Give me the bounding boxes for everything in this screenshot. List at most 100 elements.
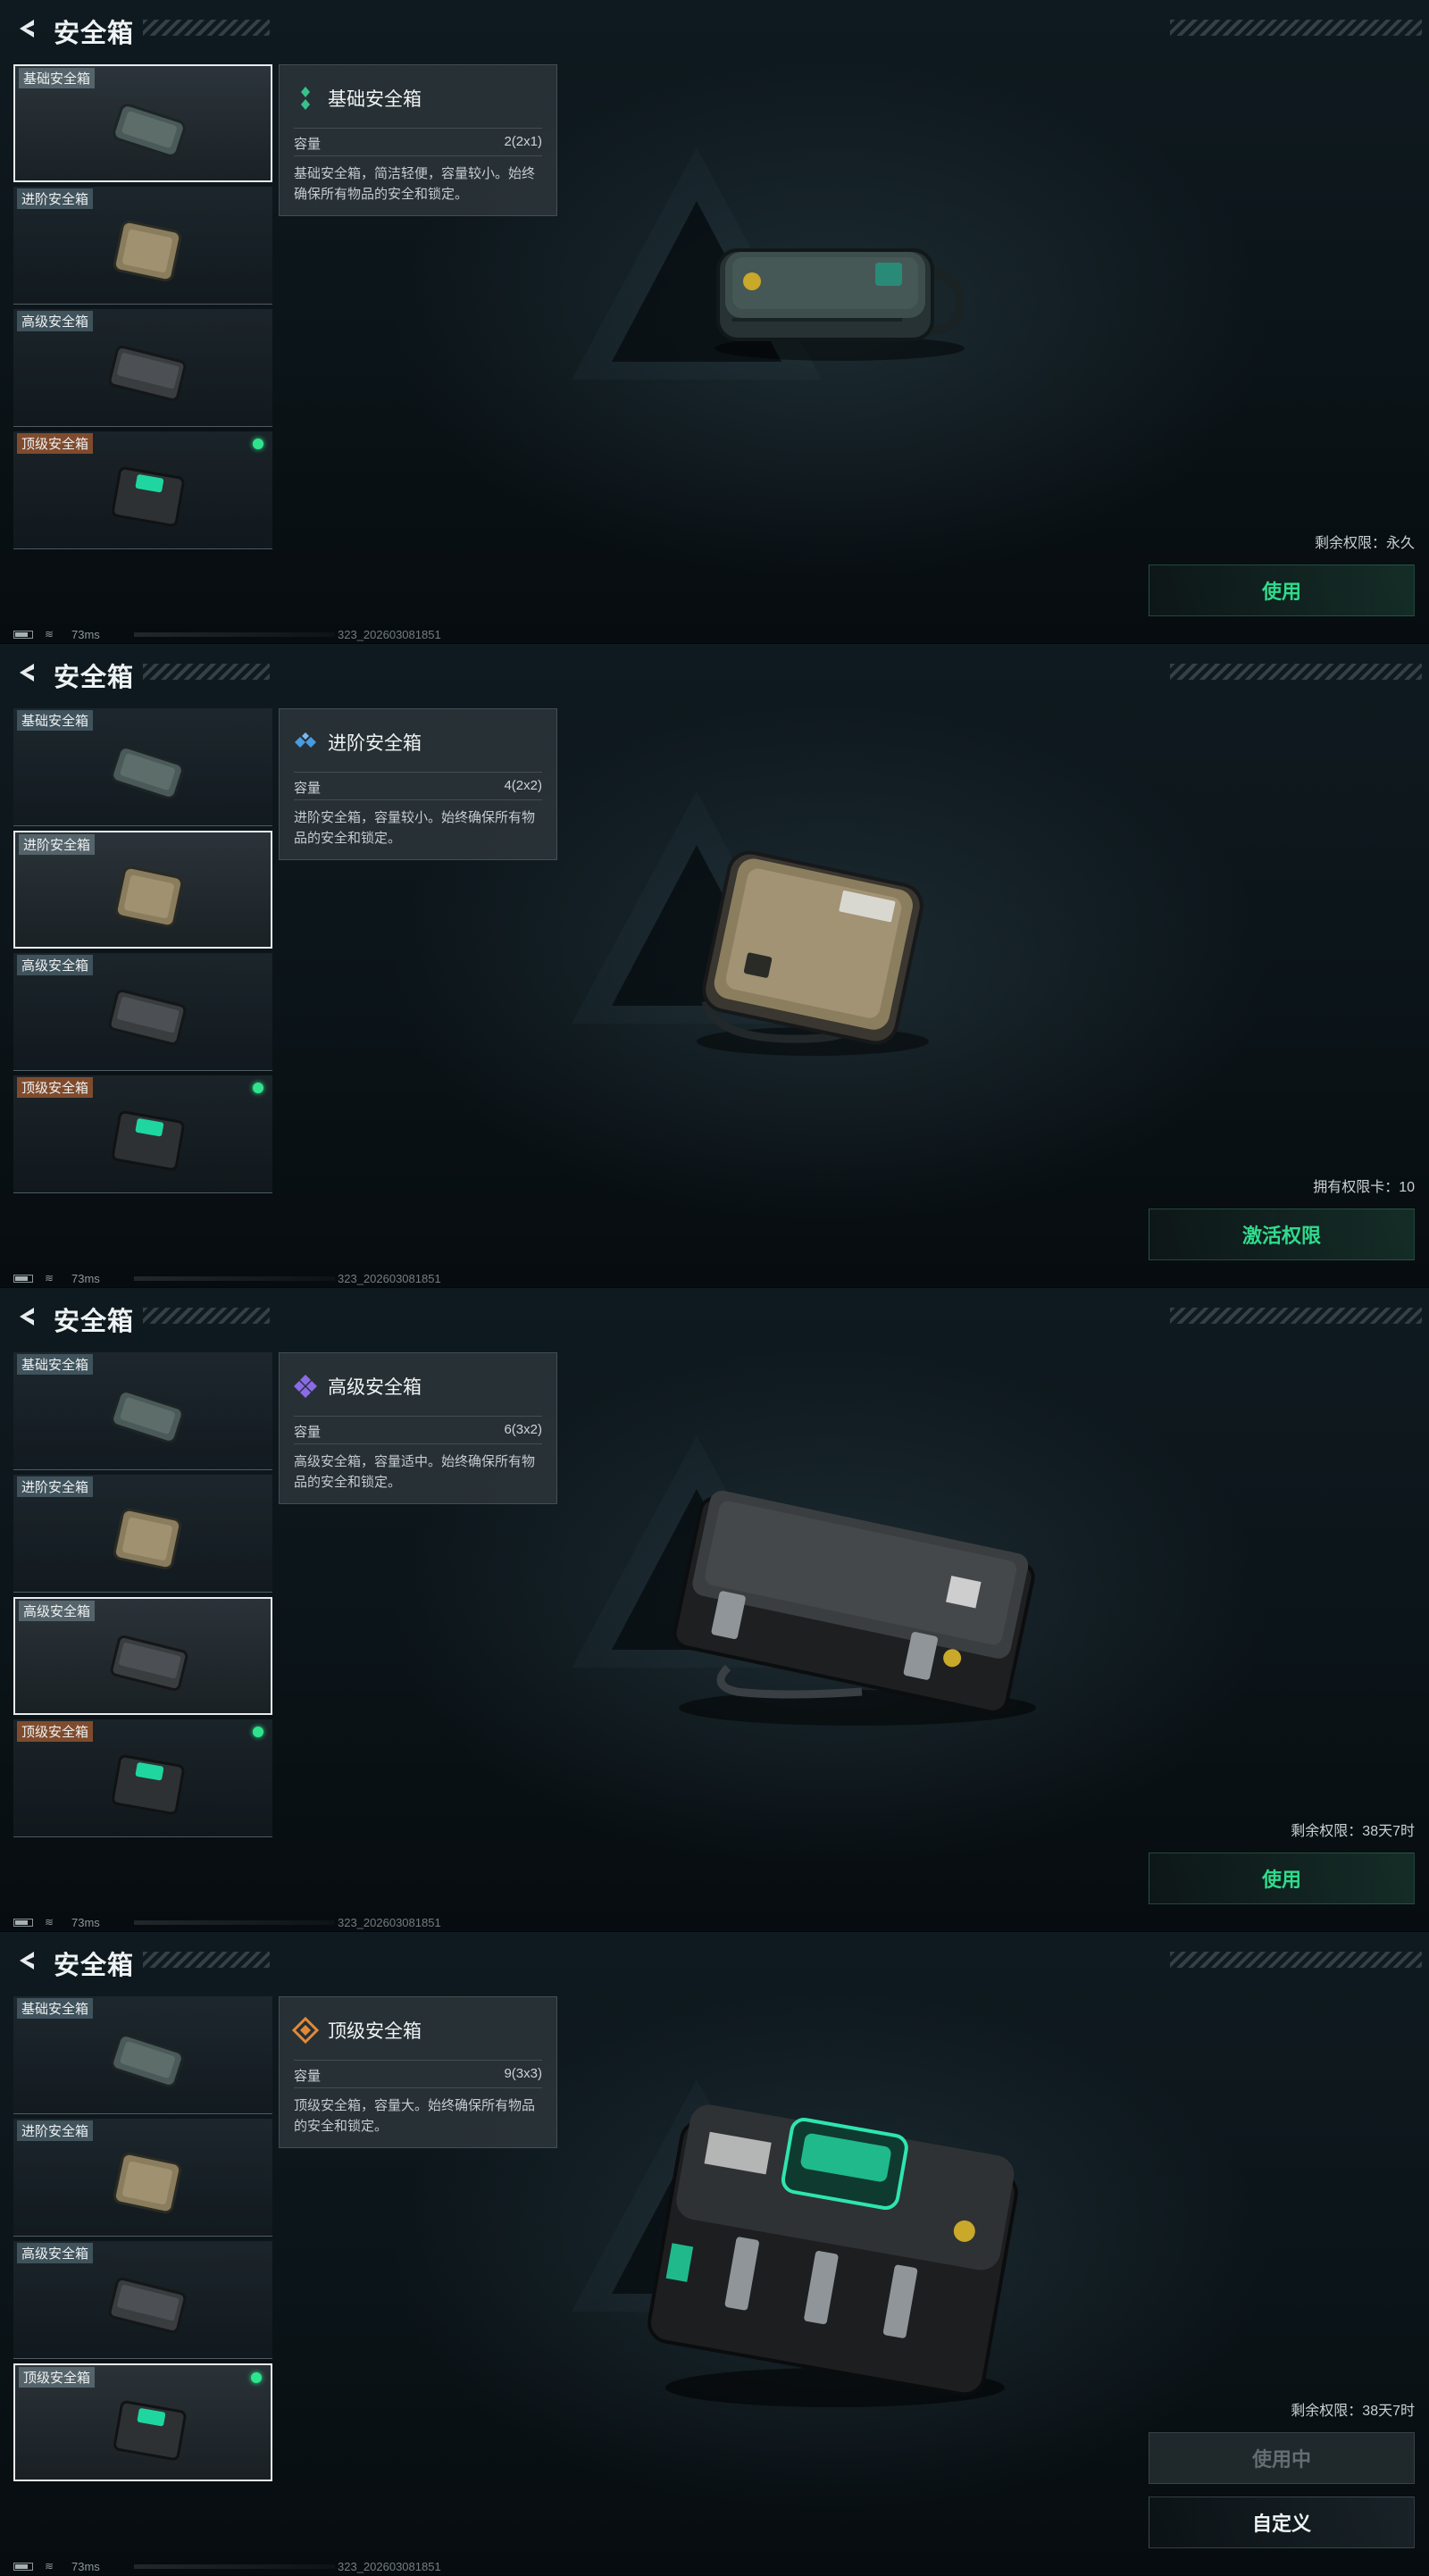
green-dot-icon [251, 2372, 262, 2383]
case-item-basic[interactable]: 基础安全箱 [13, 1352, 272, 1470]
case-item-basic[interactable]: 基础安全箱 [13, 64, 272, 182]
use-button[interactable]: 使用 [1149, 565, 1415, 616]
case-item-label: 基础安全箱 [17, 1354, 94, 1375]
case-description: 高级安全箱，容量适中。始终确保所有物品的安全和锁定。 [294, 1454, 536, 1490]
capacity-value: 4(2x2) [504, 778, 542, 793]
info-card: 高级安全箱 容量 6(3x2) 高级安全箱，容量适中。始终确保所有物品的安全和锁… [279, 1352, 557, 1504]
header-stripes-right [1170, 1308, 1422, 1324]
permission-status: 剩余权限：38天7时 [1291, 1824, 1415, 1839]
top-case-thumbnail [113, 2400, 187, 2461]
case-name: 顶级安全箱 [328, 2021, 422, 2042]
capacity-label: 容量 [294, 1425, 322, 1440]
panel-top: 安全箱 基础安全箱 进阶安全箱 高级安全箱 顶级安全箱 顶级安全箱 容量 9(3… [0, 1932, 1429, 2576]
status-footer: ≋ 73ms 323_202603081851 [0, 625, 1429, 643]
case-item-label: 顶级安全箱 [19, 2367, 96, 2388]
version-text: 323_202603081851 [338, 628, 441, 641]
footer-bar [134, 1920, 335, 1925]
info-card: 顶级安全箱 容量 9(3x3) 顶级安全箱，容量大。始终确保所有物品的安全和锁定… [279, 1996, 557, 2148]
case-item-label: 高级安全箱 [17, 311, 94, 331]
footer-bar [134, 2564, 335, 2569]
green-dot-icon [253, 439, 263, 449]
case-item-label: 基础安全箱 [19, 68, 96, 88]
case-item-label: 高级安全箱 [17, 955, 94, 975]
case-item-advanced[interactable]: 进阶安全箱 [13, 2119, 272, 2237]
wifi-icon: ≋ [45, 628, 54, 640]
battery-icon [13, 631, 33, 639]
status-footer: ≋ 73ms 323_202603081851 [0, 1269, 1429, 1287]
back-arrow-icon[interactable] [14, 1304, 39, 1329]
activate-permission-button[interactable]: 激活权限 [1149, 1209, 1415, 1260]
case-list: 基础安全箱 进阶安全箱 高级安全箱 顶级安全箱 [13, 64, 272, 554]
capacity-row: 容量 9(3x3) [294, 2060, 542, 2088]
case-item-top[interactable]: 顶级安全箱 [13, 2363, 272, 2481]
premium-case-model [673, 1490, 1036, 1726]
ping-text: 73ms [71, 1916, 100, 1929]
case-item-advanced[interactable]: 进阶安全箱 [13, 831, 272, 949]
advanced-case-thumbnail [113, 2152, 182, 2214]
customize-button[interactable]: 自定义 [1149, 2497, 1415, 2548]
top-case-thumbnail [112, 1110, 185, 1171]
back-arrow-icon[interactable] [14, 660, 39, 685]
case-item-label: 进阶安全箱 [17, 2120, 94, 2141]
case-item-advanced[interactable]: 进阶安全箱 [13, 187, 272, 305]
blue-diamond-icon [295, 732, 316, 748]
case-item-basic[interactable]: 基础安全箱 [13, 708, 272, 826]
basic-case-thumbnail [111, 2034, 184, 2087]
permission-card-count: 拥有权限卡：10 [1313, 1180, 1415, 1195]
case-item-top[interactable]: 顶级安全箱 [13, 1075, 272, 1193]
ping-text: 73ms [71, 628, 100, 641]
case-item-premium[interactable]: 高级安全箱 [13, 1597, 272, 1715]
capacity-value: 9(3x3) [504, 2066, 542, 2081]
header-stripes-right [1170, 1952, 1422, 1968]
case-item-advanced[interactable]: 进阶安全箱 [13, 1475, 272, 1593]
case-item-label: 进阶安全箱 [19, 834, 96, 855]
battery-icon [13, 2563, 33, 2571]
back-arrow-icon[interactable] [14, 1948, 39, 1973]
capacity-row: 容量 6(3x2) [294, 1416, 542, 1444]
use-button[interactable]: 使用 [1149, 1853, 1415, 1904]
case-item-top[interactable]: 顶级安全箱 [13, 1719, 272, 1837]
top-case-model [648, 2104, 1018, 2407]
case-item-label: 进阶安全箱 [17, 188, 94, 209]
capacity-label: 容量 [294, 2069, 322, 2084]
permission-status: 剩余权限：永久 [1314, 536, 1415, 551]
top-case-thumbnail [112, 466, 185, 527]
panel-premium: 安全箱 基础安全箱 进阶安全箱 高级安全箱 顶级安全箱 高级安全箱 容量 6(3… [0, 1288, 1429, 1932]
version-text: 323_202603081851 [338, 1916, 441, 1929]
capacity-label: 容量 [294, 137, 322, 152]
wifi-icon: ≋ [45, 1272, 54, 1284]
case-item-premium[interactable]: 高级安全箱 [13, 2241, 272, 2359]
capacity-row: 容量 2(2x1) [294, 128, 542, 156]
case-item-label: 顶级安全箱 [17, 1721, 94, 1742]
case-name: 高级安全箱 [328, 1377, 422, 1398]
green-diamond-icon [301, 87, 310, 110]
header-stripes [143, 664, 270, 680]
green-dot-icon [253, 1727, 263, 1737]
wifi-icon: ≋ [45, 1916, 54, 1928]
wifi-icon: ≋ [45, 2560, 54, 2572]
page-title: 安全箱 [54, 20, 135, 48]
battery-icon [13, 1275, 33, 1283]
case-item-basic[interactable]: 基础安全箱 [13, 1996, 272, 2114]
capacity-row: 容量 4(2x2) [294, 772, 542, 800]
case-item-premium[interactable]: 高级安全箱 [13, 953, 272, 1071]
footer-bar [134, 632, 335, 637]
header-stripes [143, 20, 270, 36]
header-stripes-right [1170, 20, 1422, 36]
header-stripes [143, 1952, 270, 1968]
premium-case-thumbnail [108, 989, 187, 1046]
case-item-top[interactable]: 顶级安全箱 [13, 431, 272, 549]
back-arrow-icon[interactable] [14, 16, 39, 41]
top-bar: 安全箱 [0, 1288, 1429, 1343]
ping-text: 73ms [71, 2560, 100, 2573]
case-item-label: 高级安全箱 [17, 2243, 94, 2263]
advanced-case-model [697, 850, 929, 1056]
orange-diamond-icon [292, 2017, 319, 2044]
premium-case-thumbnail [110, 1635, 188, 1692]
case-item-premium[interactable]: 高级安全箱 [13, 309, 272, 427]
basic-case-model [714, 248, 965, 361]
in-use-button[interactable]: 使用中 [1149, 2432, 1415, 2484]
top-case-thumbnail [112, 1754, 185, 1815]
ping-text: 73ms [71, 1272, 100, 1285]
top-bar: 安全箱 [0, 0, 1429, 55]
